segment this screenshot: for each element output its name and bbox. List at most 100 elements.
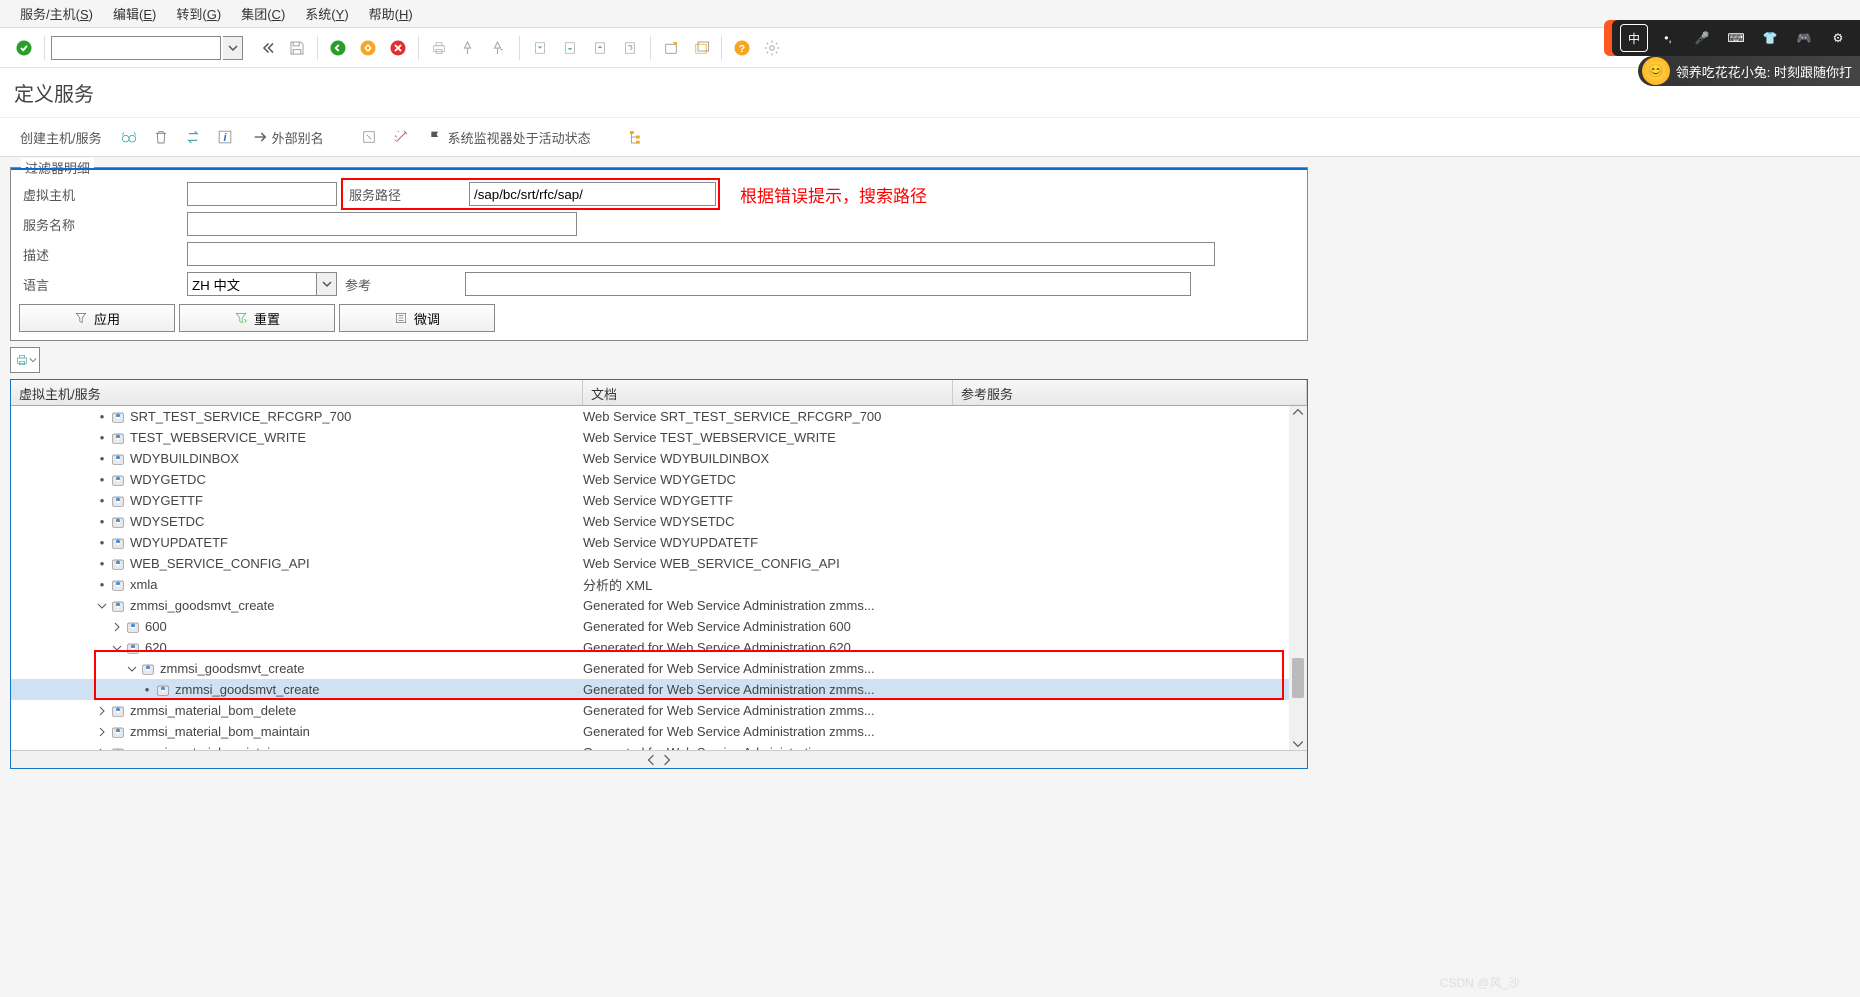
command-dropdown[interactable] (223, 36, 243, 60)
shortcut-icon[interactable] (687, 34, 715, 62)
exit-icon[interactable] (354, 34, 382, 62)
menu-edit[interactable]: 编辑(E) (103, 0, 166, 27)
expand-toggle[interactable]: • (96, 432, 108, 444)
ime-mic-icon[interactable]: 🎤 (1688, 24, 1716, 52)
external-alias-button[interactable]: 外部别名 (242, 122, 334, 152)
collapse-icon[interactable] (253, 34, 281, 62)
prev-page-icon[interactable] (556, 34, 584, 62)
tree-row[interactable]: •WDYGETTFWeb Service WDYGETTF (11, 490, 1307, 511)
save-icon[interactable] (283, 34, 311, 62)
tree-node-doc: Generated for Web Service Administration… (583, 661, 953, 676)
ime-toolbar[interactable]: 中 •, 🎤 ⌨ 👕 🎮 ⚙ (1612, 20, 1860, 56)
menu-help[interactable]: 帮助(H) (359, 0, 423, 27)
menu-services[interactable]: 服务/主机(S) (10, 0, 103, 27)
expand-toggle[interactable]: • (96, 453, 108, 465)
last-page-icon[interactable] (616, 34, 644, 62)
find-next-icon[interactable] (485, 34, 513, 62)
lang-input[interactable] (187, 272, 317, 296)
tree-row[interactable]: •SRT_TEST_SERVICE_RFCGRP_700Web Service … (11, 406, 1307, 427)
tag-icon[interactable] (354, 122, 384, 152)
monitor-active-button[interactable]: 系统监视器处于活动状态 (418, 122, 601, 152)
expand-toggle[interactable]: • (141, 684, 153, 696)
expand-toggle[interactable]: • (96, 579, 108, 591)
menu-goto[interactable]: 转到(G) (166, 0, 231, 27)
new-session-icon[interactable] (657, 34, 685, 62)
ref-input[interactable] (465, 272, 1191, 296)
trash-icon[interactable] (146, 122, 176, 152)
command-input[interactable] (51, 36, 221, 60)
ime-keyboard-icon[interactable]: ⌨ (1722, 24, 1750, 52)
expand-toggle[interactable] (111, 621, 123, 633)
tree-row[interactable]: •WDYGETDCWeb Service WDYGETDC (11, 469, 1307, 490)
tree-row[interactable]: zmmsi_material_bom_maintainGenerated for… (11, 721, 1307, 742)
desc-input[interactable] (187, 242, 1215, 266)
tree-row[interactable]: 620Generated for Web Service Administrat… (11, 637, 1307, 658)
tree-node-label: zmmsi_material_bom_maintain (130, 724, 310, 739)
service-path-input[interactable] (469, 182, 716, 206)
tree-row[interactable]: •xmla分析的 XML (11, 574, 1307, 595)
menu-system[interactable]: 系统(Y) (295, 0, 358, 27)
tree-node-doc: Generated for Web Service Administration… (583, 619, 953, 634)
tree-body[interactable]: •SRT_TEST_SERVICE_RFCGRP_700Web Service … (11, 406, 1307, 750)
ime-cn-icon[interactable]: 中 (1620, 24, 1648, 52)
tree-header-doc[interactable]: 文档 (583, 380, 953, 405)
tree-row[interactable]: •WDYBUILDINBOXWeb Service WDYBUILDINBOX (11, 448, 1307, 469)
tree-row[interactable]: zmmsi_goodsmvt_createGenerated for Web S… (11, 595, 1307, 616)
apply-button[interactable]: 应用 (19, 304, 175, 332)
ime-punct-icon[interactable]: •, (1654, 24, 1682, 52)
expand-toggle[interactable]: • (96, 516, 108, 528)
expand-toggle[interactable]: • (96, 474, 108, 486)
next-page-icon[interactable] (586, 34, 614, 62)
expand-toggle[interactable] (96, 726, 108, 738)
tree-header-service[interactable]: 虚拟主机/服务 (11, 380, 583, 405)
settings-icon[interactable] (758, 34, 786, 62)
expand-toggle[interactable] (126, 663, 138, 675)
tree-row[interactable]: •TEST_WEBSERVICE_WRITEWeb Service TEST_W… (11, 427, 1307, 448)
first-page-icon[interactable] (526, 34, 554, 62)
expand-toggle[interactable]: • (96, 411, 108, 423)
info-icon[interactable]: i (210, 122, 240, 152)
glasses-icon[interactable] (114, 122, 144, 152)
expand-toggle[interactable] (96, 705, 108, 717)
wizard-icon[interactable] (386, 122, 416, 152)
service-tree: 虚拟主机/服务 文档 参考服务 •SRT_TEST_SERVICE_RFCGRP… (10, 379, 1308, 769)
find-icon[interactable] (455, 34, 483, 62)
service-name-input[interactable] (187, 212, 577, 236)
swap-icon[interactable] (178, 122, 208, 152)
help-icon[interactable]: ? (728, 34, 756, 62)
menu-client[interactable]: 集团(C) (231, 0, 295, 27)
tree-header-ref[interactable]: 参考服务 (953, 380, 1307, 405)
service-icon (110, 577, 126, 593)
tree-row[interactable]: zmmsi_goodsmvt_createGenerated for Web S… (11, 658, 1307, 679)
tree-row[interactable]: •zmmsi_goodsmvt_createGenerated for Web … (11, 679, 1307, 700)
tree-row[interactable]: zmmsi_material_maintainGenerated for Web… (11, 742, 1307, 750)
ime-settings-icon[interactable]: ⚙ (1824, 24, 1852, 52)
create-service-button[interactable]: 创建主机/服务 (10, 122, 112, 152)
notification-bubble[interactable]: 😊 领养吃花花小兔: 时刻跟随你打 (1638, 56, 1860, 86)
back-icon[interactable] (324, 34, 352, 62)
expand-toggle[interactable]: • (96, 495, 108, 507)
expand-toggle[interactable]: • (96, 558, 108, 570)
vertical-scrollbar[interactable] (1289, 406, 1307, 750)
tree-row[interactable]: zmmsi_material_bom_deleteGenerated for W… (11, 700, 1307, 721)
fine-tune-button[interactable]: 微调 (339, 304, 495, 332)
expand-toggle[interactable] (96, 600, 108, 612)
ok-icon[interactable] (10, 34, 38, 62)
horizontal-scrollbar[interactable] (11, 750, 1307, 768)
tree-row[interactable]: •WDYSETDCWeb Service WDYSETDC (11, 511, 1307, 532)
hierarchy-icon[interactable] (621, 122, 651, 152)
reset-button[interactable]: 重置 (179, 304, 335, 332)
print-icon[interactable] (425, 34, 453, 62)
ime-skin-icon[interactable]: 👕 (1756, 24, 1784, 52)
tree-row[interactable]: •WDYUPDATETFWeb Service WDYUPDATETF (11, 532, 1307, 553)
expand-toggle[interactable] (96, 747, 108, 751)
expand-toggle[interactable] (111, 642, 123, 654)
ime-game-icon[interactable]: 🎮 (1790, 24, 1818, 52)
lang-dropdown[interactable] (317, 272, 337, 296)
virtual-host-input[interactable] (187, 182, 337, 206)
tree-row[interactable]: •WEB_SERVICE_CONFIG_APIWeb Service WEB_S… (11, 553, 1307, 574)
print-button[interactable] (10, 347, 40, 373)
cancel-icon[interactable] (384, 34, 412, 62)
tree-row[interactable]: 600Generated for Web Service Administrat… (11, 616, 1307, 637)
expand-toggle[interactable]: • (96, 537, 108, 549)
